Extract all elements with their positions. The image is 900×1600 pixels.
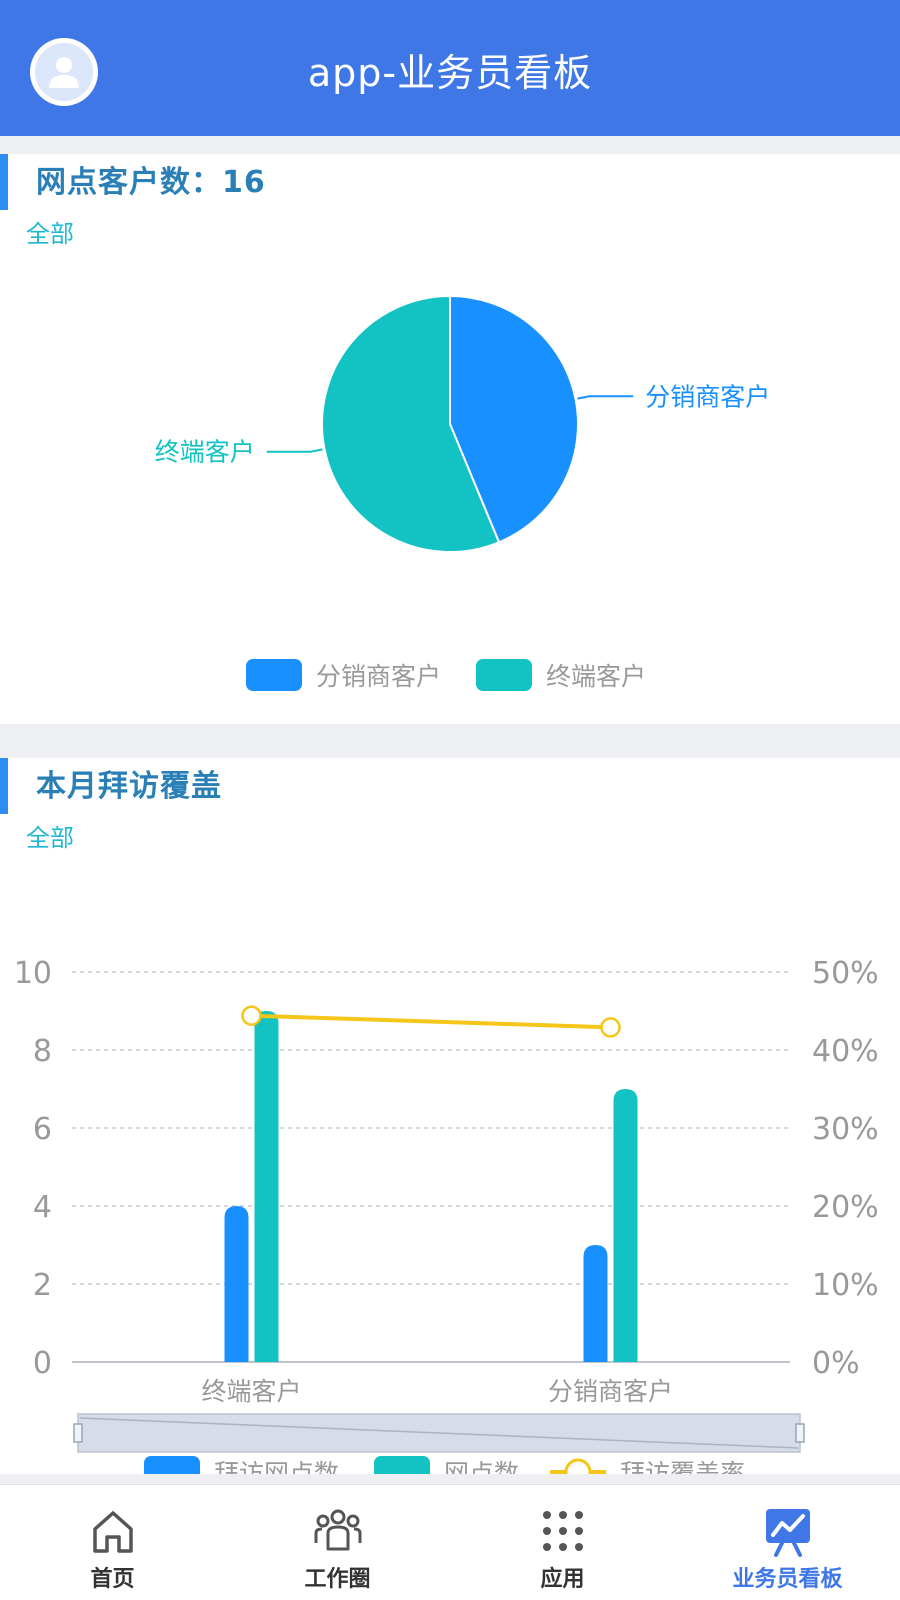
coverage-point <box>600 1017 621 1038</box>
pie-leader-line <box>266 448 323 453</box>
data-zoom-handle <box>795 1423 805 1443</box>
legend-label: 拜访覆盖率 <box>620 1459 745 1474</box>
legend-label: 网点数 <box>444 1459 519 1474</box>
y2-tick-label: 20% <box>812 1190 879 1225</box>
y-tick-label: 4 <box>33 1190 52 1225</box>
x-tick-label: 分销商客户 <box>548 1377 673 1406</box>
tab-home-label: 首页 <box>90 1567 135 1592</box>
app-grid-icon <box>543 1511 583 1551</box>
legend-swatch <box>144 1456 200 1474</box>
bottom-tab-bar: 首页 工作圈 应用 业务员看板 <box>0 1484 900 1600</box>
coverage-line <box>251 1013 611 1030</box>
x-tick-label: 终端客户 <box>201 1377 301 1406</box>
tab-work-circle-label: 工作圈 <box>304 1567 371 1592</box>
people-group-icon <box>314 1509 362 1551</box>
legend-swatch <box>564 1458 592 1474</box>
page-title: app-业务员看板 <box>307 51 593 95</box>
y2-tick-label: 50% <box>812 956 879 991</box>
pie-leader-line <box>577 395 634 400</box>
y2-tick-label: 30% <box>812 1112 879 1147</box>
y-tick-label: 2 <box>33 1268 52 1303</box>
legend-label: 分销商客户 <box>316 662 441 691</box>
tab-work-circle[interactable]: 工作圈 <box>225 1485 450 1600</box>
y2-tick-label: 40% <box>812 1034 879 1069</box>
pie-slice-label: 分销商客户 <box>645 382 770 411</box>
legend-swatch <box>476 659 532 691</box>
y-tick-label: 6 <box>33 1112 52 1147</box>
bar <box>224 1206 249 1362</box>
tab-apps-label: 应用 <box>540 1567 585 1592</box>
y-tick-label: 10 <box>14 956 52 991</box>
bar <box>583 1245 608 1362</box>
tab-sales-dashboard[interactable]: 业务员看板 <box>675 1485 900 1600</box>
visit-coverage-chart: 0 2 4 6 8 10 0% 10% 20% 30% 40% 50% 终端客户 分销商客户拜访网点数 网点… <box>14 956 879 1474</box>
tab-apps[interactable]: 应用 <box>450 1485 675 1600</box>
pie-slice-label: 终端客户 <box>155 438 255 467</box>
app-header: app-业务员看板 <box>0 0 900 136</box>
tab-home[interactable]: 首页 <box>0 1485 225 1600</box>
legend-swatch <box>246 659 302 691</box>
dashboard-chart-icon <box>766 1509 810 1557</box>
visit-coverage-card: 本月拜访覆盖 全部 0 2 4 6 8 10 0% 10% 20% 30% 40% 50% 终端客户 分销… <box>0 758 900 1474</box>
customer-pie-chart: 分销商客户终端客户分销商客户 终端客户 <box>155 294 770 691</box>
customer-count-card: 网点客户数：16 全部 分销商客户 终端客户 分销商客户 终端客户 <box>0 154 900 724</box>
bar <box>254 1011 279 1362</box>
y-tick-label: 0 <box>33 1346 52 1381</box>
legend-label: 拜访网点数 <box>214 1459 339 1474</box>
legend-label: 终端客户 <box>546 662 646 691</box>
home-icon <box>93 1511 133 1553</box>
tab-sales-dashboard-label: 业务员看板 <box>732 1567 843 1592</box>
y-tick-label: 8 <box>33 1034 52 1069</box>
data-zoom-handle <box>73 1423 83 1443</box>
y2-tick-label: 0% <box>812 1346 860 1381</box>
y2-tick-label: 10% <box>812 1268 879 1303</box>
legend-swatch <box>374 1456 430 1474</box>
bar <box>613 1089 638 1362</box>
coverage-point <box>241 1005 262 1026</box>
